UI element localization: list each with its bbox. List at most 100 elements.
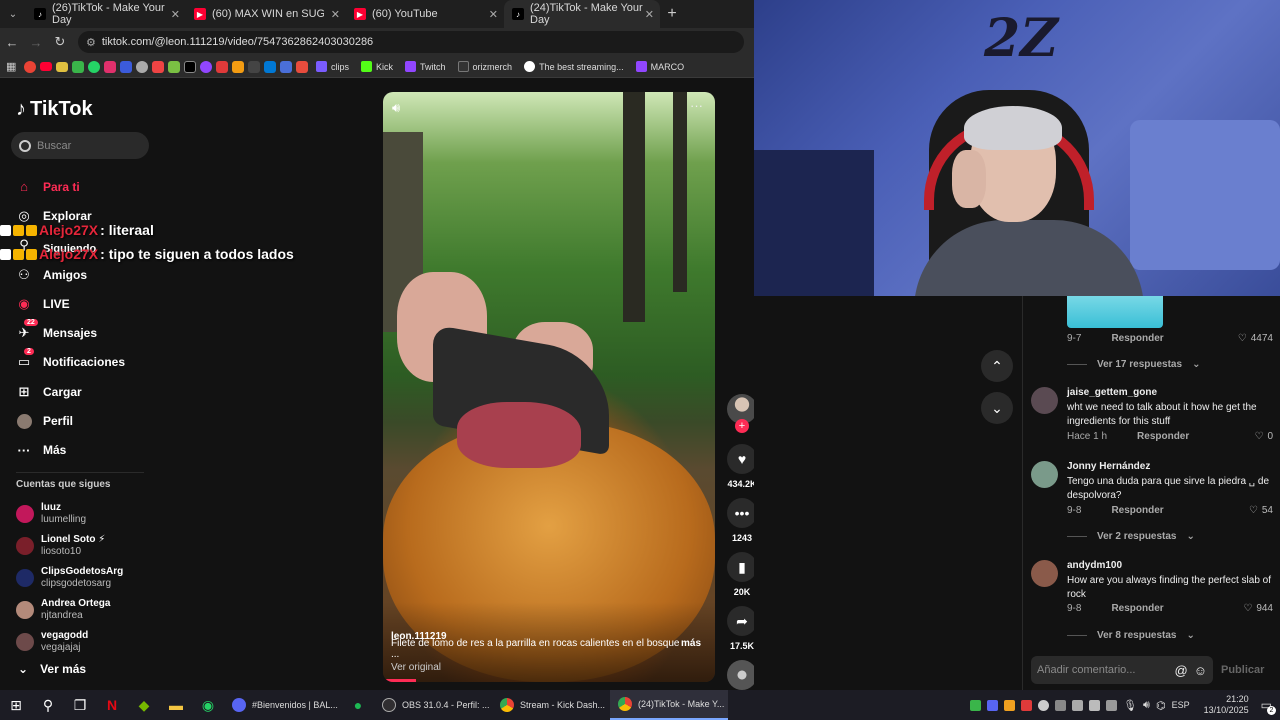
translate-icon[interactable] xyxy=(280,60,292,73)
comment-username[interactable]: jaise_gettem_gone xyxy=(1067,387,1157,398)
language-indicator[interactable]: ESP xyxy=(1172,700,1190,710)
search-input[interactable]: Buscar xyxy=(11,132,149,159)
original-sound-link[interactable]: Ver original xyxy=(391,662,441,673)
browser-tab-3[interactable]: ▶ (60) YouTube ✕ xyxy=(346,0,504,28)
next-video-button[interactable]: ⌄ xyxy=(981,392,1013,424)
comment-like-button[interactable]: ♡ 54 xyxy=(1249,505,1273,516)
avatar[interactable] xyxy=(1031,461,1058,488)
avatar[interactable] xyxy=(1031,560,1058,587)
bookmark-icon[interactable] xyxy=(296,60,308,73)
site-info-icon[interactable]: ⚙ xyxy=(86,36,96,49)
comment-username[interactable]: andydm100 xyxy=(1067,560,1122,571)
bookmark-icon[interactable] xyxy=(152,60,164,73)
task-view-icon[interactable]: ❐ xyxy=(64,690,96,720)
sidebar-item-cargar[interactable]: ⊞ Cargar xyxy=(16,377,216,406)
nvidia-icon[interactable]: ◆ xyxy=(128,690,160,720)
bookmark-icon[interactable] xyxy=(120,60,132,73)
following-account[interactable]: Andrea Ortega njtandrea xyxy=(16,594,216,626)
comment-image[interactable] xyxy=(1067,296,1163,328)
netflix-icon[interactable]: N xyxy=(96,690,128,720)
microphone-icon[interactable]: 🎙︎ xyxy=(1123,699,1137,712)
google-icon[interactable] xyxy=(24,60,36,73)
see-more-button[interactable]: ⌄ Ver más xyxy=(18,662,86,676)
bookmark-icon[interactable] xyxy=(168,60,180,73)
tab-search-icon[interactable]: ⌄ xyxy=(0,0,26,28)
bookmark-icon[interactable] xyxy=(216,60,228,73)
share-button[interactable]: ➦ 17.5K xyxy=(722,606,754,651)
comment-input[interactable]: Añadir comentario... @ ☺ xyxy=(1031,656,1213,684)
sound-disc-icon[interactable] xyxy=(727,660,754,690)
youtube-icon[interactable] xyxy=(40,62,52,71)
following-account[interactable]: Lionel Soto ⚡ liosoto10 xyxy=(16,530,216,562)
browser-tab-4[interactable]: ♪ (24)TikTok - Make Your Day ✕ xyxy=(504,0,660,28)
bookmark-icon[interactable] xyxy=(200,60,212,73)
taskbar-app-tiktok[interactable]: (24)TikTok - Make Y... xyxy=(610,690,728,720)
reply-button[interactable]: Responder xyxy=(1137,431,1189,442)
following-account[interactable]: vegagodd vegajajaj xyxy=(16,626,216,658)
tray-icon[interactable] xyxy=(1089,699,1101,711)
whatsapp-icon[interactable]: ◉ xyxy=(192,690,224,720)
comment-button[interactable]: ••• 1243 xyxy=(722,498,754,543)
new-tab-button[interactable]: + xyxy=(660,5,684,23)
browser-tab-2[interactable]: ▶ (60) MAX WIN en SUGAR RUSH ✕ xyxy=(186,0,346,28)
comment-like-button[interactable]: ♡ 944 xyxy=(1243,603,1273,614)
browser-tab-1[interactable]: ♪ (26)TikTok - Make Your Day ✕ xyxy=(26,0,186,28)
follow-plus-icon[interactable]: + xyxy=(735,419,749,433)
tray-icon[interactable] xyxy=(1072,699,1084,711)
url-field[interactable]: ⚙ tiktok.com/@leon.111219/video/75473628… xyxy=(78,31,744,53)
previous-video-button[interactable]: ⌃ xyxy=(981,350,1013,382)
reply-button[interactable]: Responder xyxy=(1111,505,1163,516)
following-account[interactable]: luuz luumelling xyxy=(16,498,216,530)
taskbar-app-obs[interactable]: OBS 31.0.4 - Perfil: ... xyxy=(374,690,492,720)
bookmark-streaming[interactable]: The best streaming... xyxy=(520,61,628,72)
comment-username[interactable]: Jonny Hernández xyxy=(1067,461,1150,472)
comment-like-button[interactable]: ♡ 0 xyxy=(1254,431,1273,442)
more-options-icon[interactable]: ··· xyxy=(690,98,703,113)
avatar[interactable] xyxy=(1031,387,1058,414)
creator-avatar[interactable]: + xyxy=(727,394,754,433)
close-icon[interactable]: ✕ xyxy=(645,8,654,21)
bookmark-icon[interactable] xyxy=(72,60,84,73)
bookmark-icon[interactable] xyxy=(136,60,148,73)
spotify-icon[interactable]: ● xyxy=(342,690,374,720)
save-button[interactable]: ▮ 20K xyxy=(722,552,754,597)
volume-icon[interactable]: 🔊︎ xyxy=(1143,699,1150,712)
instagram-icon[interactable] xyxy=(104,60,116,73)
back-icon[interactable]: ← xyxy=(0,35,24,50)
clock[interactable]: 21:20 13/10/2025 xyxy=(1204,694,1249,716)
forward-icon[interactable]: → xyxy=(24,35,48,50)
tray-icon[interactable] xyxy=(1004,699,1016,711)
bookmark-orizmerch[interactable]: orizmerch xyxy=(454,61,517,72)
following-account[interactable]: ClipsGodetosArg clipsgodetosarg xyxy=(16,562,216,594)
post-button[interactable]: Publicar xyxy=(1221,664,1264,676)
video-progress-bar[interactable] xyxy=(383,679,417,682)
reload-icon[interactable]: ↻ xyxy=(48,34,72,50)
taskbar-app-kick[interactable]: Stream - Kick Dash... xyxy=(492,690,610,720)
sidebar-item-live[interactable]: ◉ LIVE xyxy=(16,289,216,318)
sidebar-item-notificaciones[interactable]: ▭ 2 Notificaciones xyxy=(16,348,216,377)
bookmark-icon[interactable] xyxy=(56,61,68,72)
sidebar-item-mas[interactable]: ··· Más xyxy=(16,436,216,465)
close-icon[interactable]: ✕ xyxy=(331,8,340,21)
bookmark-twitch[interactable]: Twitch xyxy=(401,61,450,72)
windows-start-icon[interactable]: ⊞ xyxy=(0,690,32,720)
tiktok-logo[interactable]: ♪ TikTok xyxy=(16,98,93,121)
bookmark-marco[interactable]: MARCO xyxy=(632,61,689,72)
sidebar-item-perfil[interactable]: Perfil xyxy=(16,406,216,435)
tray-icon[interactable] xyxy=(970,699,982,711)
reply-button[interactable]: Responder xyxy=(1111,333,1163,344)
view-replies-button[interactable]: Ver 17 respuestas ⌄ xyxy=(1067,359,1200,370)
whatsapp-icon[interactable] xyxy=(88,60,100,73)
close-icon[interactable]: ✕ xyxy=(171,8,180,21)
close-icon[interactable]: ✕ xyxy=(489,8,498,21)
apps-grid-icon[interactable]: ▦ xyxy=(6,60,20,74)
notification-center-icon[interactable]: ▭ 2 xyxy=(1261,698,1276,715)
discord-icon[interactable] xyxy=(987,699,999,711)
search-icon[interactable]: ⚲ xyxy=(32,690,64,720)
outlook-icon[interactable] xyxy=(264,60,276,73)
file-explorer-icon[interactable]: ▬ xyxy=(160,690,192,720)
bookmark-kick[interactable]: Kick xyxy=(357,61,397,72)
show-more-link[interactable]: más xyxy=(681,638,701,660)
tiktok-icon[interactable] xyxy=(184,60,196,73)
bookmark-icon[interactable] xyxy=(248,60,260,73)
